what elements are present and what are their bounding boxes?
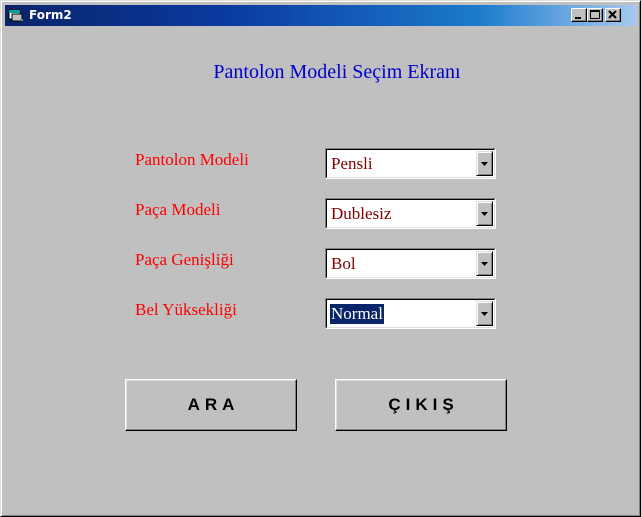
- label-paca-genisligi: Paça Genişliği: [135, 250, 234, 269]
- search-button[interactable]: ARA: [125, 379, 297, 431]
- dropdown-arrow-icon: [481, 162, 488, 166]
- maximize-icon: [590, 10, 600, 19]
- page-heading: Pantolon Modeli Seçim Ekranı: [213, 61, 461, 83]
- bel-yuksekligi-value[interactable]: Normal: [330, 304, 384, 324]
- form-window-icon[interactable]: [8, 8, 24, 22]
- dropdown-arrow-icon: [481, 262, 488, 266]
- paca-genisligi-dropdown-button[interactable]: [476, 251, 493, 276]
- exit-button[interactable]: ÇIKIŞ: [335, 379, 507, 431]
- paca-modeli-dropdown-button[interactable]: [476, 201, 493, 226]
- dropdown-arrow-icon: [481, 312, 488, 316]
- label-pantolon-modeli: Pantolon Modeli: [135, 150, 249, 169]
- paca-modeli-combo[interactable]: Dublesiz: [325, 198, 496, 229]
- label-bel-yuksekligi: Bel Yüksekliği: [135, 300, 237, 319]
- close-button[interactable]: [605, 8, 621, 22]
- paca-genisligi-combo[interactable]: Bol: [325, 248, 496, 279]
- bel-yuksekligi-dropdown-button[interactable]: [476, 301, 493, 326]
- window-title: Form2: [29, 8, 72, 22]
- pantolon-modeli-value[interactable]: Pensli: [330, 154, 374, 174]
- pantolon-modeli-combo[interactable]: Pensli: [325, 148, 496, 179]
- maximize-button[interactable]: [587, 8, 603, 22]
- paca-genisligi-value[interactable]: Bol: [330, 254, 357, 274]
- minimize-button[interactable]: [571, 8, 587, 22]
- label-paca-modeli: Paça Modeli: [135, 200, 221, 219]
- bel-yuksekligi-combo[interactable]: Normal: [325, 298, 496, 329]
- close-icon: [608, 10, 617, 19]
- pantolon-modeli-dropdown-button[interactable]: [476, 151, 493, 176]
- paca-modeli-value[interactable]: Dublesiz: [330, 204, 392, 224]
- form2-window: Form2 Pantolon Modeli Seçim Ekranı Panto…: [0, 0, 641, 517]
- minimize-icon: [575, 17, 581, 19]
- title-bar[interactable]: Form2: [5, 5, 637, 26]
- dropdown-arrow-icon: [481, 212, 488, 216]
